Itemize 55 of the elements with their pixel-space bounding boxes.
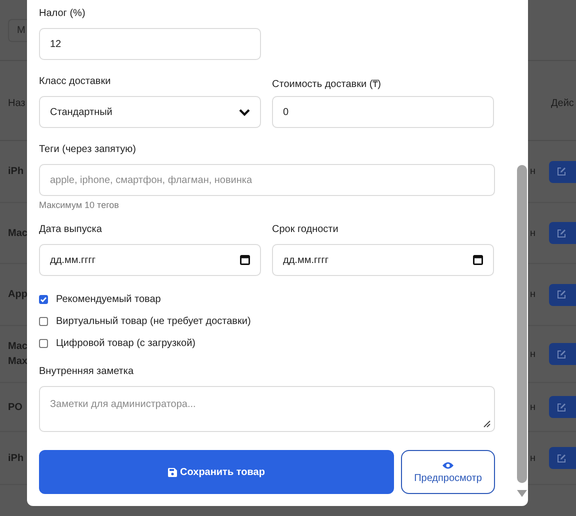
edit-icon xyxy=(556,167,566,176)
checkbox-label: Цифровой товар (с загрузкой) xyxy=(56,338,196,348)
checkbox[interactable] xyxy=(39,316,48,326)
dropdown[interactable]: Стандартный xyxy=(39,96,261,128)
checkbox[interactable] xyxy=(39,294,48,304)
edit-icon xyxy=(556,454,566,462)
field-label: Внутренняя заметка xyxy=(39,366,135,379)
column-header: Дейс xyxy=(551,98,574,109)
scrollbar-thumb[interactable] xyxy=(517,165,527,483)
product-name: App xyxy=(8,289,28,300)
edit-button[interactable] xyxy=(548,160,576,182)
date-field[interactable]: дд.мм.гггг xyxy=(272,244,494,276)
status-text: н xyxy=(530,452,537,464)
edit-icon xyxy=(556,228,566,238)
input-field[interactable]: 12 xyxy=(39,28,261,60)
product-name: iPh xyxy=(8,452,24,464)
edit-icon xyxy=(556,350,566,358)
edit-button[interactable] xyxy=(548,343,576,365)
product-name: PO xyxy=(8,402,22,412)
status-text: н xyxy=(530,166,537,177)
field-label: Стоимость доставки (₸) xyxy=(272,78,382,89)
status-text: н xyxy=(530,289,537,300)
eye-icon xyxy=(442,460,454,470)
field-label: Теги (через запятую) xyxy=(39,144,137,157)
product-name: Max xyxy=(8,356,28,367)
calendar-icon xyxy=(473,255,483,265)
column-header: Наз xyxy=(8,98,26,109)
edit-button[interactable] xyxy=(548,447,576,469)
calendar-icon xyxy=(240,255,250,265)
chevron-down-icon xyxy=(239,108,250,116)
product-name: Mac xyxy=(8,228,28,238)
checkbox[interactable] xyxy=(39,338,48,348)
status-text: н xyxy=(530,228,537,238)
checkbox-label: Виртуальный товар (не требует доставки) xyxy=(56,316,251,326)
edit-icon xyxy=(556,290,566,299)
product-name: Mac xyxy=(8,341,28,352)
field-label: Класс доставки xyxy=(39,76,112,89)
edit-button[interactable] xyxy=(548,284,576,306)
field-label: Налог (%) xyxy=(39,8,86,21)
save-button[interactable]: Сохранить товар xyxy=(39,450,394,494)
preview-button[interactable]: Предпросмотр xyxy=(401,450,495,494)
field-label: Срок годности xyxy=(272,224,340,237)
input-field[interactable]: 0 xyxy=(272,96,494,128)
scroll-down-arrow-icon[interactable] xyxy=(517,490,527,497)
edit-button[interactable] xyxy=(548,222,576,244)
date-field[interactable]: дд.мм.гггг xyxy=(39,244,261,276)
edit-button[interactable] xyxy=(548,396,576,418)
edit-icon xyxy=(556,402,566,412)
hint-text: Максимум 10 тегов xyxy=(39,200,120,210)
status-text: н xyxy=(530,348,537,360)
checkbox-label: Рекомендуемый товар xyxy=(56,294,161,304)
product-name: iPh xyxy=(8,166,24,177)
resize-handle-icon[interactable] xyxy=(483,420,491,428)
status-text: н xyxy=(530,402,537,412)
field-label: Дата выпуска xyxy=(39,224,103,237)
